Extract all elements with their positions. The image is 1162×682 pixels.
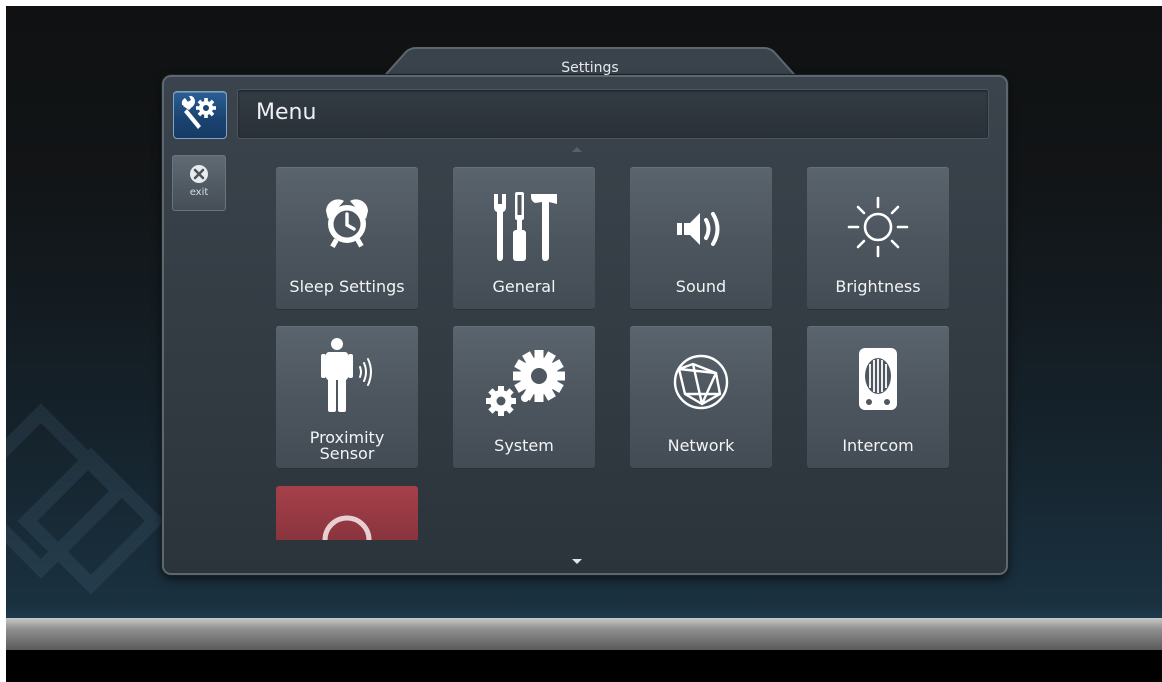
bottom-bar (6, 618, 1162, 650)
menu-title: Menu (256, 100, 317, 125)
tile-label: System (494, 436, 554, 455)
close-icon (190, 165, 208, 183)
scroll-up-arrow-icon[interactable] (571, 145, 583, 153)
menu-header-bar: Menu (237, 89, 989, 139)
tile-label-line2: Sensor (319, 444, 375, 463)
tile-label: General (492, 277, 556, 296)
exit-button[interactable]: exit (172, 155, 226, 211)
tile-network[interactable]: Network (630, 326, 772, 468)
tile-intercom[interactable]: Intercom (807, 326, 949, 468)
tile-label: Sound (675, 277, 727, 296)
tile-general[interactable]: General (453, 167, 595, 309)
tile-power[interactable] (276, 486, 418, 540)
bottom-black-strip (6, 650, 1162, 682)
tile-proximity-sensor[interactable]: Proximity Sensor (276, 326, 418, 468)
tile-sound[interactable]: Sound (630, 167, 772, 309)
tile-sleep-settings[interactable]: Sleep Settings (276, 167, 418, 309)
tile-label: Sleep Settings (289, 277, 405, 296)
settings-menu-button[interactable] (173, 91, 227, 139)
tile-brightness[interactable]: Brightness (807, 167, 949, 309)
window-title: Settings (561, 60, 619, 76)
wrench-gear-icon (181, 95, 216, 129)
background-logo-decoration (6, 403, 165, 595)
scroll-down-arrow-icon[interactable] (571, 558, 583, 566)
tile-label: Brightness (835, 277, 921, 296)
tile-label: Network (667, 436, 735, 455)
tile-system[interactable]: System (453, 326, 595, 468)
power-icon (322, 515, 372, 540)
tile-label: Intercom (842, 436, 914, 455)
exit-label: exit (189, 187, 209, 198)
